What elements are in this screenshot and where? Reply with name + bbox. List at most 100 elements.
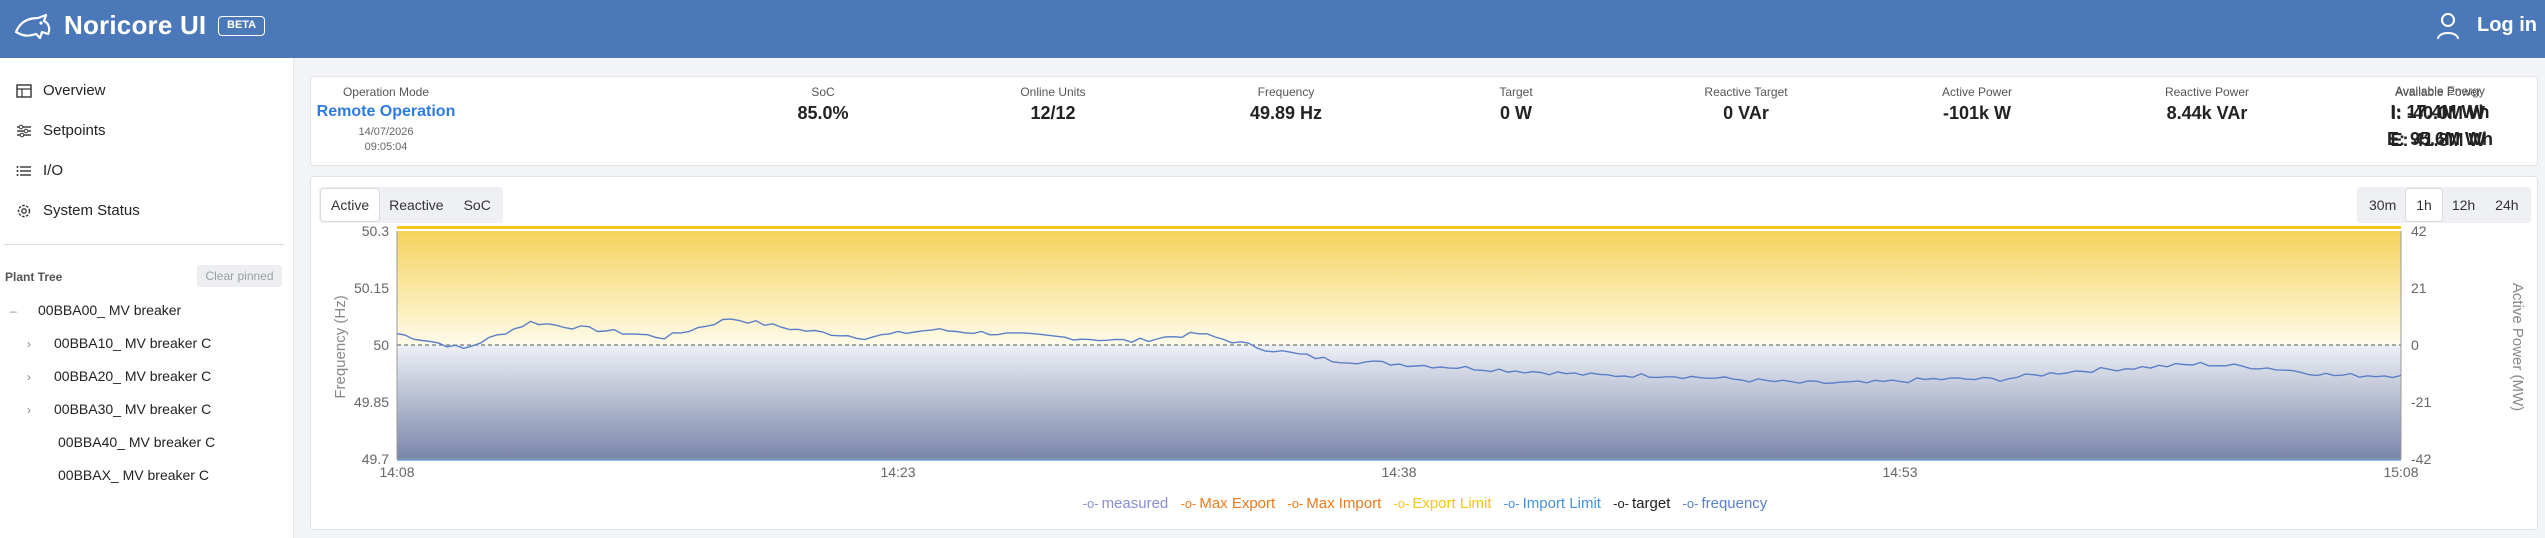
stat-label: SoC	[811, 85, 835, 99]
stat-value: 85.0%	[797, 103, 849, 123]
sidebar-divider	[4, 244, 284, 245]
legend-max-import[interactable]: -o- Max Import	[1287, 495, 1381, 512]
plant-tree-title: Plant Tree	[5, 270, 63, 284]
app-brand: Noricore UI	[64, 10, 207, 40]
legend-marker-icon: -o-	[1082, 496, 1099, 511]
x-tick-label: 14:23	[880, 464, 915, 480]
horse-logo-icon	[14, 13, 51, 40]
y-axis-right-label: Active Power (MW)	[2509, 283, 2526, 411]
stat-time: 09:05:04	[364, 141, 408, 153]
stat-target: Target 0 W	[1456, 77, 1576, 124]
table-icon	[16, 84, 32, 98]
stat-value: 8.44k VAr	[2166, 103, 2248, 123]
x-tick-label: 14:53	[1882, 464, 1917, 480]
stat-value-import: I: 17.4M Wh	[2390, 102, 2490, 122]
nav-item-label: I/O	[43, 162, 64, 179]
y-left-tick-label: 50	[373, 337, 389, 353]
tree-item[interactable]: › 00BBA20_ MV breaker C	[0, 364, 290, 392]
legend-marker-icon: -o-	[1180, 496, 1197, 511]
legend-export-limit[interactable]: -o- Export Limit	[1393, 495, 1491, 512]
y-left-tick-label: 50.15	[354, 280, 389, 296]
legend-max-export[interactable]: -o- Max Export	[1180, 495, 1275, 512]
legend-target[interactable]: -o-target	[1613, 495, 1670, 512]
tree-item[interactable]: › 00BBA10_ MV breaker C	[0, 331, 290, 359]
stat-operation-mode: Operation Mode Remote Operation 14/07/20…	[311, 77, 461, 155]
stat-value: -101k W	[1942, 103, 2012, 123]
tree-item-label: 00BBA40_ MV breaker C	[58, 434, 216, 450]
legend-marker-icon: -o-	[1503, 496, 1520, 511]
tree-item[interactable]: 00BBAX_ MV breaker C	[0, 463, 290, 491]
stat-label: Available Energy	[2395, 84, 2485, 98]
tree-item[interactable]: 00BBA40_ MV breaker C	[0, 430, 290, 458]
tree-item-label: 00BBAX_ MV breaker C	[58, 467, 209, 483]
chart-card: Active Reactive SoC 30m 1h 12h 24h 50.3 5…	[310, 176, 2538, 530]
nav-item-label: System Status	[43, 202, 140, 219]
legend-import-limit[interactable]: -o- Import Limit	[1504, 495, 1601, 512]
nav-item-overview[interactable]: Overview	[0, 71, 290, 111]
stat-frequency: Frequency 49.89 Hz	[1226, 77, 1346, 124]
chevron-right-icon[interactable]: ›	[27, 337, 31, 351]
stat-label: Online Units	[1020, 85, 1086, 99]
tree-item-label: 00BBA30_ MV breaker C	[54, 401, 212, 417]
stat-value: 49.89 Hz	[1249, 103, 1323, 123]
import-region	[397, 345, 2401, 459]
y-left-tick-label: 49.85	[354, 394, 389, 410]
x-tick-label: 14:38	[1381, 464, 1416, 480]
legend-marker-icon: -o-	[1613, 496, 1630, 511]
stat-soc: SoC 85.0%	[763, 77, 883, 124]
gear-icon	[17, 204, 31, 218]
stat-online-units: Online Units 12/12	[993, 77, 1113, 124]
stats-card: Operation Mode Remote Operation 14/07/20…	[310, 76, 2538, 166]
nav-item-label: Overview	[43, 82, 106, 99]
stat-label: Target	[1499, 85, 1533, 99]
stat-label: Frequency	[1257, 85, 1315, 99]
y-right-tick-label: 42	[2411, 223, 2427, 239]
y-right-tick-label: 21	[2411, 280, 2427, 296]
user-icon[interactable]	[2436, 11, 2460, 41]
login-button[interactable]: Log in	[2477, 14, 2537, 37]
tree-item[interactable]: – 00BBA00_ MV breaker	[0, 298, 290, 326]
stat-available-energy: Available Energy I: 17.4M Wh E: 95.6M Wh	[2350, 76, 2530, 150]
nav-item-system-status[interactable]: System Status	[0, 191, 290, 231]
stat-date: 14/07/2026	[358, 126, 414, 138]
nav-item-io[interactable]: I/O	[0, 151, 290, 191]
legend-marker-icon: -o-	[1287, 496, 1304, 511]
tree-item-label: 00BBA10_ MV breaker C	[54, 335, 212, 351]
y-axis-left-label: Frequency (Hz)	[332, 295, 349, 398]
top-bar: Noricore UI BETA Log in	[0, 0, 2545, 58]
sidebar: Overview Setpoints I/O System Status Pla…	[0, 58, 294, 538]
clear-pinned-button[interactable]: Clear pinned	[197, 265, 282, 287]
tree-item[interactable]: › 00BBA30_ MV breaker C	[0, 397, 290, 425]
stat-label: Reactive Target	[1704, 85, 1788, 99]
stat-value: 0 VAr	[1723, 103, 1769, 123]
active-power-chart[interactable]: 50.350.155049.8549.742210-21-4214:08 14:2…	[311, 177, 2539, 491]
chevron-right-icon[interactable]: ›	[27, 403, 31, 417]
legend-measured[interactable]: -o-measured	[1083, 495, 1169, 512]
stat-value: 12/12	[1030, 103, 1076, 123]
beta-badge: BETA	[218, 16, 266, 36]
stat-label: Active Power	[1941, 85, 2013, 99]
legend-marker-icon: -o-	[1682, 496, 1699, 511]
list-icon	[16, 166, 31, 176]
nav-item-setpoints[interactable]: Setpoints	[0, 111, 290, 151]
x-tick-label: 15:08	[2383, 464, 2418, 480]
nav-item-label: Setpoints	[43, 122, 106, 139]
collapse-icon[interactable]: –	[10, 304, 17, 318]
stat-reactive-target: Reactive Target 0 VAr	[1676, 77, 1816, 124]
legend-marker-icon: -o-	[1393, 496, 1410, 511]
stat-value-export: E: 95.6M Wh	[2386, 129, 2493, 149]
chevron-right-icon[interactable]: ›	[27, 370, 31, 384]
sliders-icon	[17, 124, 31, 138]
legend-frequency[interactable]: -o-frequency	[1683, 495, 1768, 512]
stat-label: Reactive Power	[2164, 85, 2250, 99]
chart-legend: -o-measured -o- Max Export -o- Max Import …	[311, 495, 2539, 512]
stat-value: 0 W	[1499, 103, 1532, 123]
x-tick-label: 14:08	[379, 464, 414, 480]
tree-item-label: 00BBA00_ MV breaker	[38, 302, 182, 318]
stat-label: Operation Mode	[342, 85, 430, 99]
tree-item-label: 00BBA20_ MV breaker C	[54, 368, 212, 384]
stat-active-power: Active Power -101k W	[1907, 77, 2047, 124]
stat-reactive-power: Reactive Power 8.44k VAr	[2137, 77, 2277, 124]
y-right-tick-label: 0	[2411, 337, 2419, 353]
y-left-tick-label: 50.3	[362, 223, 389, 239]
